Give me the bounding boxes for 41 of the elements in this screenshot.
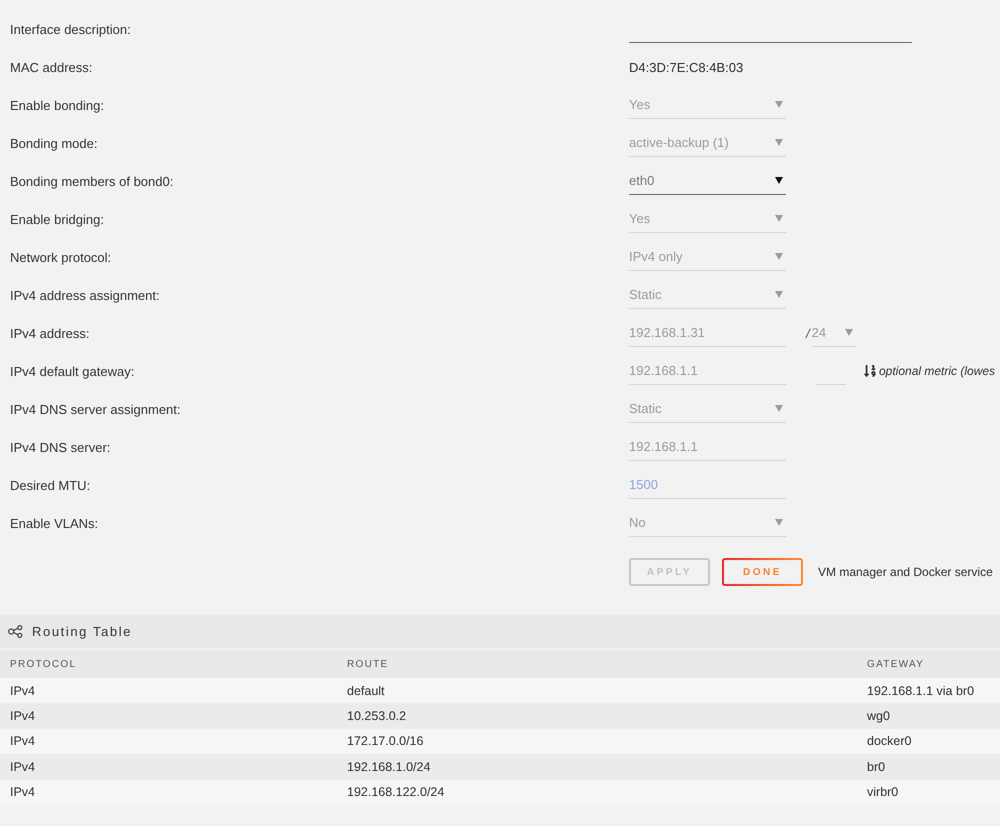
field-label: Bonding members of bond0: <box>9 174 174 188</box>
section-title: Routing Table <box>32 624 132 639</box>
column-header: ROUTE <box>347 658 388 670</box>
table-cell: IPv4 <box>10 684 36 698</box>
mac-address-value: D4:3D:7E:C8:4B:03 <box>629 60 744 74</box>
table-cell: 192.168.1.1 via br0 <box>867 684 974 698</box>
table-cell: IPv4 <box>10 709 36 724</box>
table-cell: wg0 <box>867 709 890 724</box>
table-cell: IPv4 <box>10 760 36 774</box>
field-label: Desired MTU: <box>9 478 90 492</box>
table-cell: 192.168.1.0/24 <box>347 760 430 774</box>
select-field[interactable]: eth0 <box>629 167 786 195</box>
column-header: PROTOCOL <box>10 658 76 670</box>
field-label: MAC address: <box>9 60 92 74</box>
field-label: IPv4 address assignment: <box>9 288 160 302</box>
table-cell: IPv4 <box>10 785 36 800</box>
table-cell: 192.168.122.0/24 <box>347 785 444 800</box>
nodes-icon <box>8 625 23 638</box>
field-label: Enable VLANs: <box>9 516 98 530</box>
prefix-separator: / <box>806 326 810 340</box>
metric-hint: optional metric (lowes <box>879 364 996 378</box>
field-label: Enable bridging: <box>9 212 104 226</box>
table-cell: 10.253.0.2 <box>347 709 406 724</box>
field-label: Network protocol: <box>9 250 112 264</box>
table-cell: 172.17.0.0/16 <box>347 734 424 748</box>
field-label: IPv4 DNS server: <box>9 440 110 454</box>
table-cell: default <box>347 684 385 698</box>
field-label: IPv4 address: <box>9 326 90 340</box>
field-label: IPv4 default gateway: <box>9 364 134 378</box>
field-label: Interface description: <box>9 22 131 36</box>
status-note: VM manager and Docker service <box>818 565 993 579</box>
field-label: Bonding mode: <box>9 136 98 150</box>
table-cell: IPv4 <box>10 734 36 748</box>
sort-numeric-icon <box>864 364 876 378</box>
done-button[interactable]: DONE <box>722 558 803 586</box>
table-cell: docker0 <box>867 734 912 748</box>
table-cell: br0 <box>867 760 886 774</box>
table-cell: virbr0 <box>867 785 898 800</box>
field-label: Enable bonding: <box>9 98 104 112</box>
field-label: IPv4 DNS server assignment: <box>9 402 181 416</box>
column-header: GATEWAY <box>867 658 924 670</box>
